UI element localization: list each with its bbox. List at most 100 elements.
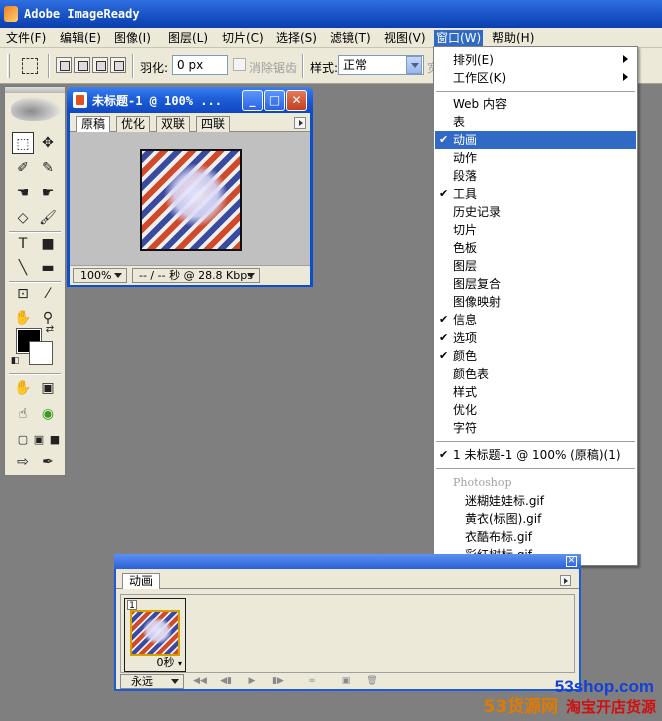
feather-input[interactable]: 0 px [172, 55, 228, 75]
menu-help[interactable]: 帮助(H) [490, 30, 536, 46]
crop-tool-icon[interactable]: ⊡ [12, 283, 34, 305]
photoshop-feather-icon[interactable]: ✒ [37, 451, 59, 473]
rollover-preview-icon[interactable]: ☝ [12, 403, 34, 425]
eraser-tool-icon[interactable]: ◇ [12, 207, 34, 229]
app-title-bar[interactable]: Adobe ImageReady [0, 0, 662, 28]
document-canvas[interactable] [70, 132, 310, 265]
close-icon[interactable]: ✕ [566, 556, 577, 567]
menu-item-ps-document[interactable]: 黄衣(标图).gif [435, 510, 636, 528]
image-map-select-tool-icon[interactable]: ☛ [37, 182, 59, 204]
first-frame-icon[interactable]: ◀◀ [192, 676, 208, 687]
options-bar-grip[interactable] [7, 54, 10, 78]
add-selection-mode-icon[interactable] [74, 57, 90, 73]
type-tool-icon[interactable]: T [12, 233, 34, 255]
rect-marquee-preset-icon[interactable] [22, 58, 38, 74]
previous-frame-icon[interactable]: ◀▮ [218, 676, 234, 687]
tab-original[interactable]: 原稿 [76, 116, 111, 132]
duplicate-frame-icon[interactable]: ▣ [338, 676, 354, 687]
tab-4-up[interactable]: 四联 [196, 116, 231, 132]
tools-palette-grip[interactable] [5, 87, 65, 93]
menu-item-table[interactable]: 表 [435, 113, 636, 131]
line-tool-icon[interactable]: ╲ [12, 257, 34, 279]
menu-item-slice[interactable]: 切片 [435, 221, 636, 239]
menu-item-arrange[interactable]: 排列(E) [435, 51, 636, 69]
tab-2-up[interactable]: 双联 [156, 116, 191, 132]
new-selection-mode-icon[interactable] [56, 57, 72, 73]
zoom-value: 100% [80, 269, 112, 282]
window-menu-dropdown: 排列(E) 工作区(K) Web 内容 表 ✔ 动画 动作 段落 ✔ 工具 历史… [433, 46, 638, 566]
maximize-button[interactable]: □ [264, 90, 285, 111]
menu-filter[interactable]: 滤镜(T) [328, 30, 373, 46]
menu-item-layer-comps[interactable]: 图层复合 [435, 275, 636, 293]
menu-item-tools[interactable]: ✔ 工具 [435, 185, 636, 203]
menu-item-info[interactable]: ✔ 信息 [435, 311, 636, 329]
document-tab-arrow-icon[interactable] [294, 117, 306, 129]
style-dropdown-arrow-icon[interactable] [406, 56, 422, 74]
move-tool-icon[interactable]: ✥ [37, 132, 59, 154]
menu-item-ps-document[interactable]: 衣酷布标.gif [435, 528, 636, 546]
menu-item-color-table[interactable]: 颜色表 [435, 365, 636, 383]
default-colors-icon[interactable]: ◧ [9, 355, 21, 367]
menu-item-color[interactable]: ✔ 颜色 [435, 347, 636, 365]
rectangle-tool-icon[interactable]: ■ [37, 233, 59, 255]
slice-select-tool-icon[interactable]: ✎ [37, 157, 59, 179]
subtract-selection-mode-icon[interactable] [92, 57, 108, 73]
menu-item-swatches[interactable]: 色板 [435, 239, 636, 257]
menu-item-actions[interactable]: 动作 [435, 149, 636, 167]
palette-menu-arrow-icon[interactable] [560, 575, 571, 586]
menu-item-optimize[interactable]: 优化 [435, 401, 636, 419]
download-time-select[interactable]: -- / -- 秒 @ 28.8 Kbps [132, 268, 260, 283]
loop-select[interactable]: 永远 [120, 674, 184, 689]
rect-marquee-tool-icon[interactable]: ⬚ [12, 132, 34, 154]
full-screen-mode-icon[interactable]: ■ [44, 429, 66, 451]
slice-tool-icon[interactable]: ✐ [12, 157, 34, 179]
close-button[interactable]: ✕ [286, 90, 307, 111]
menu-select[interactable]: 选择(S) [274, 30, 319, 46]
animation-palette-title-bar[interactable]: ✕ [114, 554, 581, 569]
image-map-visibility-icon[interactable]: ✋ [12, 377, 34, 399]
menu-item-ps-document[interactable]: 迷糊娃娃标.gif [435, 492, 636, 510]
menu-edit[interactable]: 编辑(E) [58, 30, 103, 46]
antialias-checkbox[interactable] [233, 58, 246, 71]
menu-item-animation[interactable]: ✔ 动画 [435, 131, 636, 149]
zoom-select[interactable]: 100% [73, 268, 127, 283]
delete-frame-icon[interactable]: 🗑 [364, 676, 380, 687]
frame-delay-select[interactable]: 0秒 ▾ [156, 654, 182, 670]
menu-layer[interactable]: 图层(L) [166, 30, 210, 46]
menu-image[interactable]: 图像(I) [112, 30, 153, 46]
document-title-bar[interactable]: 未标题-1 @ 100% ... _ □ ✕ [67, 87, 313, 113]
intersect-selection-mode-icon[interactable] [110, 57, 126, 73]
menu-item-web-content[interactable]: Web 内容 [435, 95, 636, 113]
play-icon[interactable]: ▶ [244, 676, 260, 687]
swap-colors-icon[interactable]: ⇄ [43, 323, 57, 337]
next-frame-icon[interactable]: ▮▶ [270, 676, 286, 687]
frames-area: 1 0秒 ▾ [120, 594, 575, 673]
brush-tool-icon[interactable]: 🖌 [37, 207, 59, 229]
hand-tool-icon[interactable]: ✋ [12, 307, 34, 329]
tab-optimized[interactable]: 优化 [116, 116, 151, 132]
preview-in-browser-icon[interactable]: ◉ [37, 403, 59, 425]
menu-item-character[interactable]: 字符 [435, 419, 636, 437]
slice-visibility-icon[interactable]: ▣ [37, 377, 59, 399]
menu-view[interactable]: 视图(V) [382, 30, 428, 46]
animation-frame[interactable]: 1 0秒 ▾ [124, 598, 186, 672]
jump-to-photoshop-icon[interactable]: ⇨ [12, 451, 34, 473]
image-map-tool-icon[interactable]: ☚ [12, 182, 34, 204]
menu-item-styles[interactable]: 样式 [435, 383, 636, 401]
tween-icon[interactable]: ∞ [304, 676, 320, 687]
tab-animation[interactable]: 动画 [122, 573, 161, 589]
menu-item-open-document[interactable]: ✔ 1 未标题-1 @ 100% (原稿)(1) [435, 446, 636, 464]
menu-item-paragraph[interactable]: 段落 [435, 167, 636, 185]
menu-item-workspace[interactable]: 工作区(K) [435, 69, 636, 87]
menu-slice[interactable]: 切片(C) [220, 30, 266, 46]
minimize-button[interactable]: _ [242, 90, 263, 111]
menu-item-history[interactable]: 历史记录 [435, 203, 636, 221]
menu-file[interactable]: 文件(F) [4, 30, 48, 46]
menu-item-options[interactable]: ✔ 选项 [435, 329, 636, 347]
menu-item-layers[interactable]: 图层 [435, 257, 636, 275]
eyedropper-tool-icon[interactable]: ⁄ [37, 283, 59, 305]
shape-tool-icon[interactable]: ▬ [37, 257, 59, 279]
menu-window[interactable]: 窗口(W) [434, 30, 484, 46]
menu-item-image-map[interactable]: 图像映射 [435, 293, 636, 311]
background-color-swatch[interactable] [29, 341, 53, 365]
